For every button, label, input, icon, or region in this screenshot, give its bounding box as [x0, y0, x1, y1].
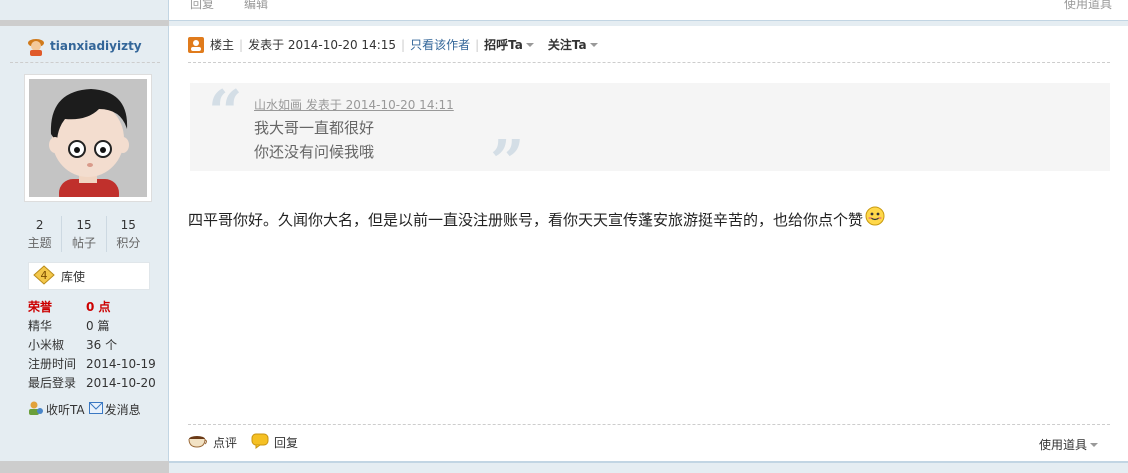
- follow-ta-dropdown[interactable]: 关注Ta: [548, 36, 598, 53]
- footer-divider: [188, 424, 1110, 425]
- info-row-register-date: 注册时间 2014-10-19: [28, 357, 156, 371]
- info-row-last-login: 最后登录 2014-10-20: [28, 376, 156, 390]
- post-text: 四平哥你好。久闻你大名，但是以前一直没注册账号，看你天天宣传蓬安旅游挺辛苦的，也…: [188, 211, 864, 229]
- quote-block: “ 山水如画 发表于 2014-10-20 14:11 我大哥一直都很好 你还没…: [190, 78, 1110, 193]
- info-row-honor: 荣誉 0 点: [28, 300, 111, 314]
- quote-source-link[interactable]: 山水如画 发表于 2014-10-20 14:11: [254, 96, 454, 113]
- post-separator-bottom-left: [0, 461, 169, 473]
- rank-level-icon: 4: [33, 264, 55, 288]
- post-content: 四平哥你好。久闻你大名，但是以前一直没注册账号，看你天天宣传蓬安旅游挺辛苦的，也…: [188, 206, 885, 230]
- floor-owner-icon: [188, 36, 204, 53]
- chevron-down-icon: [589, 42, 598, 47]
- coffee-cup-icon: [188, 433, 208, 452]
- info-row-digest: 精华 0 篇: [28, 319, 110, 333]
- use-tools-dropdown[interactable]: 使用道具: [1039, 436, 1098, 453]
- stat-posts[interactable]: 15 帖子: [62, 216, 107, 252]
- quote-line: 我大哥一直都很好: [254, 119, 375, 137]
- avatar[interactable]: [24, 74, 152, 202]
- prev-tools-button[interactable]: 使用道具: [1064, 0, 1112, 12]
- rank-name: 库使: [61, 269, 86, 284]
- close-quote-icon: ”: [490, 128, 525, 198]
- stat-points[interactable]: 15 积分: [107, 216, 150, 252]
- author-actions: 收听TA 发消息: [28, 400, 141, 419]
- sidebar-divider: [10, 62, 160, 63]
- follow-ta-button[interactable]: 收听TA: [28, 400, 85, 419]
- post-header: 楼主 | 发表于 2014-10-20 14:15 | 只看该作者 | 招呼Ta…: [188, 36, 598, 53]
- post-main: 楼主 | 发表于 2014-10-20 14:15 | 只看该作者 | 招呼Ta…: [170, 26, 1128, 461]
- send-message-button[interactable]: 发消息: [88, 401, 141, 418]
- smiley-emoticon-icon: [865, 206, 885, 226]
- author-info-list: 荣誉 0 点 精华 0 篇 小米椒 36 个 注册时间 2014-10-19 最…: [28, 298, 163, 393]
- avatar-image: [29, 79, 147, 197]
- author-header: tianxiadiyizty: [26, 36, 142, 56]
- prev-edit-button[interactable]: 编辑: [244, 0, 268, 12]
- floor-label: 楼主: [210, 38, 235, 52]
- speech-bubble-icon: [251, 433, 269, 452]
- post-separator-bottom: [0, 461, 1128, 473]
- greet-ta-dropdown[interactable]: 招呼Ta: [484, 36, 534, 53]
- rank-badge: 4 库使: [28, 262, 150, 290]
- online-user-icon: [26, 36, 46, 56]
- envelope-icon: [88, 402, 103, 417]
- info-row-pepper: 小米椒 36 个: [28, 338, 118, 352]
- header-divider: [188, 62, 1110, 63]
- stat-threads[interactable]: 2 主题: [18, 216, 63, 252]
- reply-button[interactable]: 回复: [251, 433, 298, 452]
- author-stats: 2 主题 15 帖子 15 积分: [18, 216, 150, 252]
- prev-reply-button[interactable]: 回复: [190, 0, 214, 12]
- only-author-link[interactable]: 只看该作者: [410, 36, 470, 53]
- open-quote-icon: “: [208, 78, 243, 148]
- svg-text:4: 4: [41, 269, 48, 282]
- previous-post-actions: 回复 编辑: [190, 0, 268, 12]
- post-time: 发表于 2014-10-20 14:15: [248, 38, 397, 52]
- comment-button[interactable]: 点评: [188, 433, 237, 452]
- author-name-link[interactable]: tianxiadiyizty: [50, 39, 142, 53]
- author-sidebar: tianxiadiyizty 2 主题 15 帖子 15 积分 4 库使 荣誉 …: [0, 26, 169, 461]
- previous-post-footer: 回复 编辑 使用道具: [0, 0, 1128, 26]
- chevron-down-icon: [1090, 442, 1098, 447]
- chevron-down-icon: [525, 42, 534, 47]
- post-footer-actions: 点评 回复: [188, 433, 298, 452]
- follow-icon: [28, 400, 44, 419]
- quote-line: 你还没有问候我哦: [254, 143, 375, 161]
